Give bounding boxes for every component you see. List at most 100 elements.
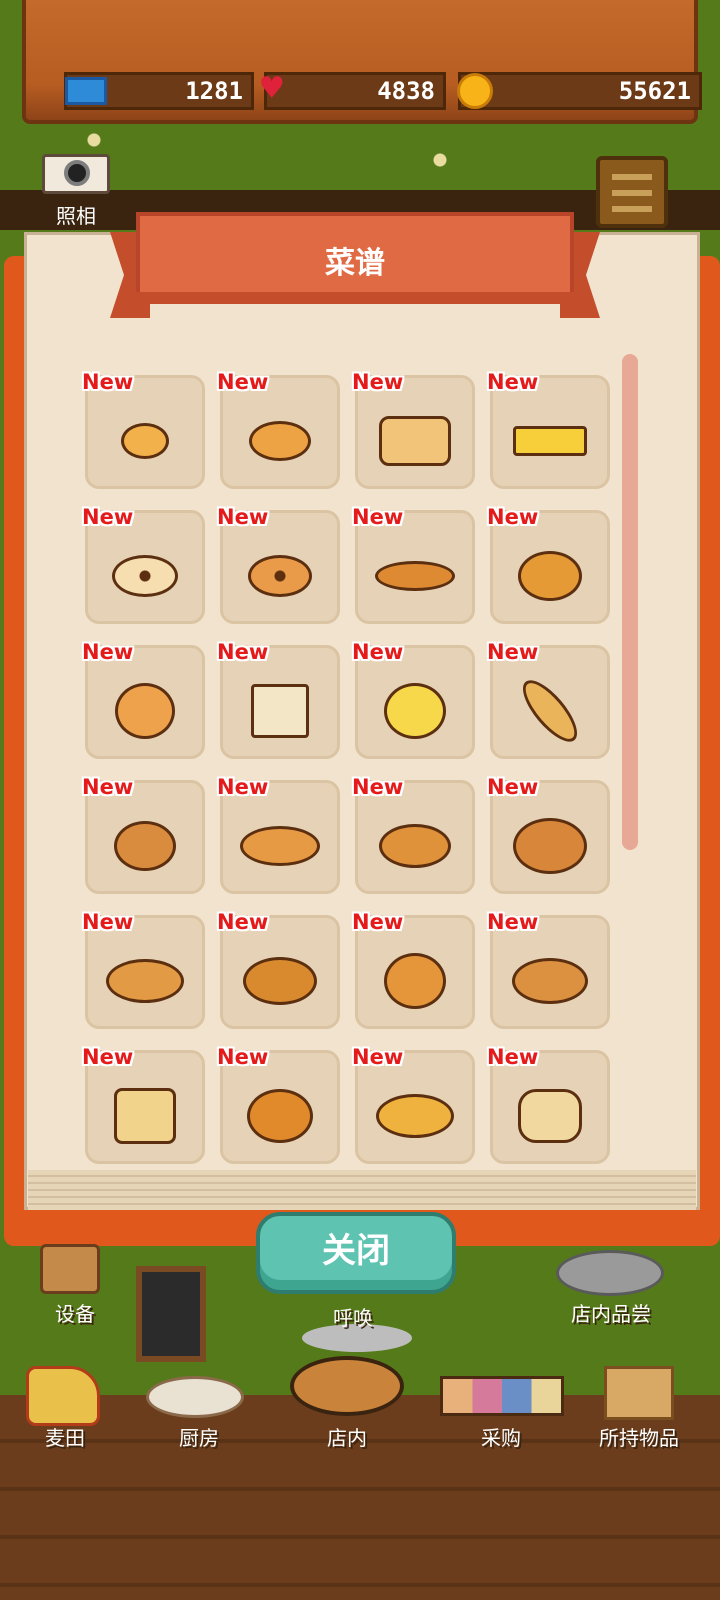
menu-icon <box>612 174 652 180</box>
recipe-slot[interactable]: New <box>82 775 205 894</box>
new-badge: New <box>82 640 134 664</box>
coin-icon <box>457 73 493 109</box>
recipe-slot[interactable]: New <box>352 505 475 624</box>
coin-count: 55621 <box>618 77 691 105</box>
bear-bun-icon <box>384 952 446 1009</box>
shop-bread-basket-icon[interactable] <box>290 1356 404 1416</box>
pie-icon <box>247 1088 313 1143</box>
danish-icon <box>518 550 582 601</box>
new-badge: New <box>82 910 134 934</box>
bun-small-icon <box>121 422 169 459</box>
heart-count: 4838 <box>377 77 435 105</box>
new-badge: New <box>217 775 269 799</box>
recipe-slot[interactable]: New <box>217 370 340 489</box>
new-badge: New <box>82 370 134 394</box>
book-page-edges <box>28 1170 696 1210</box>
recipe-slot[interactable]: New <box>352 910 475 1029</box>
recipe-slot[interactable]: New <box>82 505 205 624</box>
recipe-slot[interactable]: New <box>487 1045 610 1164</box>
new-badge: New <box>217 910 269 934</box>
equipment-label[interactable]: 设备 <box>20 1298 130 1327</box>
new-badge: New <box>487 910 539 934</box>
recipe-slot[interactable]: New <box>487 505 610 624</box>
new-badge: New <box>487 1045 539 1069</box>
camera-button[interactable] <box>42 154 110 194</box>
new-badge: New <box>487 775 539 799</box>
new-badge: New <box>82 775 134 799</box>
recipe-slot[interactable]: New <box>217 910 340 1029</box>
croissant-icon <box>375 560 455 591</box>
recipe-slot[interactable]: New <box>217 505 340 624</box>
choco-roll-icon <box>512 957 588 1004</box>
jam-danish-icon <box>513 817 587 874</box>
new-badge: New <box>352 1045 404 1069</box>
menu-button[interactable] <box>596 156 668 228</box>
equipment-icon[interactable] <box>40 1244 100 1294</box>
roll-icon <box>379 823 451 868</box>
kitchen-label[interactable]: 厨房 <box>144 1422 254 1451</box>
new-badge: New <box>352 910 404 934</box>
loaf-icon <box>379 415 451 466</box>
recipe-slot[interactable]: New <box>82 1045 205 1164</box>
bagel-icon <box>112 554 178 597</box>
inventory-box-icon[interactable] <box>604 1366 674 1420</box>
call-label[interactable]: 呼唤 <box>298 1302 408 1331</box>
wheat-field-icon[interactable] <box>26 1366 100 1426</box>
recipe-slot[interactable]: New <box>352 370 475 489</box>
recipe-slot[interactable]: New <box>217 775 340 894</box>
recipe-slot[interactable]: New <box>487 775 610 894</box>
recipe-slot[interactable]: New <box>82 370 205 489</box>
new-badge: New <box>217 505 269 529</box>
new-badge: New <box>487 505 539 529</box>
toast-egg-icon <box>114 1087 176 1144</box>
purchase-label[interactable]: 采购 <box>446 1422 556 1451</box>
ticket-count: 1281 <box>185 77 243 105</box>
new-badge: New <box>82 1045 134 1069</box>
burger-sandwich-icon <box>518 1088 582 1143</box>
heart-counter: ♥ 4838 <box>261 68 446 110</box>
coin-counter: 55621 <box>457 72 702 110</box>
recipe-slot[interactable]: New <box>82 910 205 1029</box>
recipe-slot[interactable]: New <box>82 640 205 759</box>
new-badge: New <box>352 775 404 799</box>
recipe-slot[interactable]: New <box>487 640 610 759</box>
new-badge: New <box>352 640 404 664</box>
blackboard-icon <box>136 1266 206 1362</box>
baguette-icon <box>514 671 586 750</box>
recipe-grid: New New New New New New New New New New New New New N… <box>80 370 620 1164</box>
recipe-slot[interactable]: New <box>217 640 340 759</box>
new-badge: New <box>217 1045 269 1069</box>
sandwich-icon <box>251 683 309 738</box>
recipe-slot[interactable]: New <box>487 370 610 489</box>
wheat-field-label[interactable]: 麦田 <box>10 1422 120 1451</box>
recipe-scrollbar[interactable] <box>622 354 638 850</box>
camera-label: 照相 <box>56 204 96 228</box>
pizza-bread-icon <box>240 825 320 866</box>
close-button[interactable]: 关闭 <box>256 1212 456 1294</box>
recipe-slot[interactable]: New <box>352 640 475 759</box>
tasting-label[interactable]: 店内品尝 <box>556 1298 666 1327</box>
purchase-shelf-icon[interactable] <box>440 1376 564 1416</box>
new-badge: New <box>487 370 539 394</box>
bun-oval-icon <box>249 420 311 461</box>
ticket-counter: 1281 <box>64 72 254 110</box>
new-badge: New <box>352 505 404 529</box>
recipe-slot[interactable]: New <box>352 1045 475 1164</box>
tasting-table-icon[interactable] <box>556 1250 664 1296</box>
herb-bread-icon <box>243 956 317 1005</box>
kitchen-icon[interactable] <box>146 1376 244 1418</box>
inventory-label[interactable]: 所持物品 <box>584 1422 694 1451</box>
cream-horn-icon <box>376 1093 454 1138</box>
shop-label[interactable]: 店内 <box>292 1422 402 1451</box>
recipe-slot[interactable]: New <box>352 775 475 894</box>
recipe-banner: 菜谱 <box>110 208 600 320</box>
donut-icon <box>248 554 312 597</box>
resource-board: 1281 ♥ 4838 55621 <box>22 0 702 124</box>
sprinkle-donut-icon <box>114 820 176 871</box>
heart-icon: ♥ <box>261 68 283 109</box>
recipe-slot[interactable]: New <box>487 910 610 1029</box>
recipe-title: 菜谱 <box>325 246 385 281</box>
recipe-slot[interactable]: New <box>217 1045 340 1164</box>
new-badge: New <box>217 640 269 664</box>
new-badge: New <box>487 640 539 664</box>
